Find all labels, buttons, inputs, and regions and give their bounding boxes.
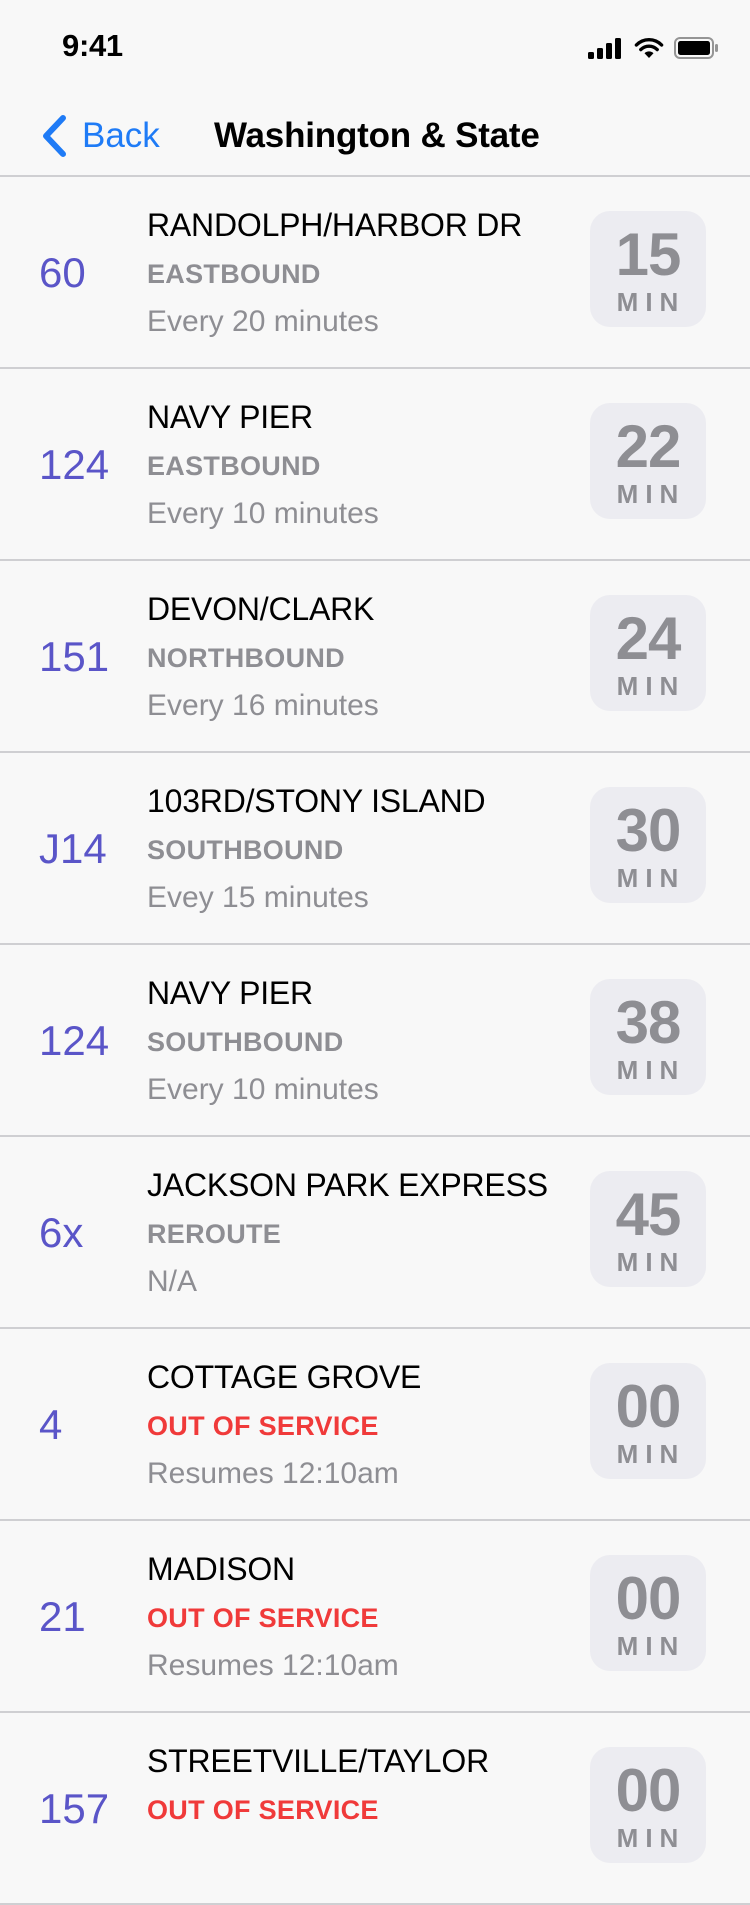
route-frequency: Every 10 minutes	[147, 1073, 379, 1106]
arrival-minutes: 24	[615, 605, 682, 672]
status-icons	[588, 34, 720, 62]
route-frequency: Evey 15 minutes	[147, 881, 369, 914]
route-row[interactable]: 6x JACKSON PARK EXPRESS REROUTE N/A 45 M…	[0, 1137, 750, 1329]
route-row[interactable]: 124 NAVY PIER EASTBOUND Every 10 minutes…	[0, 369, 750, 561]
route-status-alert: OUT OF SERVICE	[147, 1603, 379, 1633]
back-label: Back	[82, 116, 160, 155]
chevron-left-icon	[43, 115, 66, 157]
route-direction: EASTBOUND	[147, 259, 321, 289]
arrival-unit: MIN	[616, 863, 686, 893]
arrival-minutes: 15	[615, 221, 682, 288]
back-button[interactable]: Back	[40, 114, 160, 158]
route-direction: SOUTHBOUND	[147, 835, 344, 865]
navigation-bar: Back Washington & State	[0, 96, 750, 177]
arrival-minutes: 22	[615, 413, 682, 480]
route-destination: JACKSON PARK EXPRESS	[147, 1167, 548, 1203]
cellular-signal-icon	[588, 38, 621, 59]
route-row[interactable]: 151 DEVON/CLARK NORTHBOUND Every 16 minu…	[0, 561, 750, 753]
arrival-time-badge: 24 MIN	[590, 595, 706, 711]
route-destination: STREETVILLE/TAYLOR	[147, 1743, 489, 1779]
route-row[interactable]: 60 RANDOLPH/HARBOR DR EASTBOUND Every 20…	[0, 177, 750, 369]
route-frequency: N/A	[147, 1265, 198, 1298]
route-resume-time: Resumes 12:10am	[147, 1457, 399, 1490]
route-number: 4	[39, 1401, 63, 1448]
route-direction: EASTBOUND	[147, 451, 321, 481]
arrival-time-badge: 30 MIN	[590, 787, 706, 903]
arrival-minutes: 00	[615, 1565, 682, 1632]
route-number: 124	[39, 1017, 110, 1064]
battery-icon	[674, 37, 718, 59]
arrivals-list: 60 RANDOLPH/HARBOR DR EASTBOUND Every 20…	[0, 177, 750, 1905]
route-direction: REROUTE	[147, 1219, 282, 1249]
status-bar: 9:41	[0, 0, 750, 96]
arrival-minutes: 45	[615, 1181, 682, 1248]
route-resume-time: Resumes 12:10am	[147, 1649, 399, 1682]
route-row[interactable]: 124 NAVY PIER SOUTHBOUND Every 10 minute…	[0, 945, 750, 1137]
arrival-unit: MIN	[616, 1439, 686, 1469]
route-destination: 103RD/STONY ISLAND	[147, 783, 486, 819]
route-destination: COTTAGE GROVE	[147, 1359, 422, 1395]
route-frequency: Every 10 minutes	[147, 497, 379, 530]
arrival-time-badge: 45 MIN	[590, 1171, 706, 1287]
route-frequency: Every 16 minutes	[147, 689, 379, 722]
route-status-alert: OUT OF SERVICE	[147, 1411, 379, 1441]
arrival-unit: MIN	[616, 1823, 686, 1853]
route-number: 60	[39, 249, 86, 296]
arrival-unit: MIN	[616, 1631, 686, 1661]
route-direction: SOUTHBOUND	[147, 1027, 344, 1057]
route-number: 151	[39, 633, 110, 680]
arrival-time-badge: 00 MIN	[590, 1363, 706, 1479]
arrival-unit: MIN	[616, 1247, 686, 1277]
arrival-time-badge: 00 MIN	[590, 1747, 706, 1863]
arrival-minutes: 38	[615, 989, 682, 1056]
status-time: 9:41	[62, 28, 123, 63]
arrival-unit: MIN	[616, 287, 686, 317]
arrival-time-badge: 38 MIN	[590, 979, 706, 1095]
route-destination: NAVY PIER	[147, 399, 313, 435]
route-number: 6x	[39, 1209, 84, 1256]
page-title: Washington & State	[214, 116, 540, 155]
wifi-icon	[634, 38, 664, 58]
route-row[interactable]: 21 MADISON OUT OF SERVICE Resumes 12:10a…	[0, 1521, 750, 1713]
route-destination: RANDOLPH/HARBOR DR	[147, 207, 523, 243]
arrival-time-badge: 22 MIN	[590, 403, 706, 519]
route-number: 21	[39, 1593, 86, 1640]
route-destination: NAVY PIER	[147, 975, 313, 1011]
route-row[interactable]: 157 STREETVILLE/TAYLOR OUT OF SERVICE 00…	[0, 1713, 750, 1905]
route-number: 157	[39, 1785, 110, 1832]
arrival-time-badge: 00 MIN	[590, 1555, 706, 1671]
route-number: J14	[39, 825, 107, 872]
arrival-unit: MIN	[616, 1055, 686, 1085]
arrival-unit: MIN	[616, 479, 686, 509]
route-row[interactable]: 4 COTTAGE GROVE OUT OF SERVICE Resumes 1…	[0, 1329, 750, 1521]
route-destination: DEVON/CLARK	[147, 591, 375, 627]
arrival-time-badge: 15 MIN	[590, 211, 706, 327]
arrival-minutes: 30	[615, 797, 682, 864]
arrival-unit: MIN	[616, 671, 686, 701]
route-frequency: Every 20 minutes	[147, 305, 379, 338]
route-direction: NORTHBOUND	[147, 643, 345, 673]
route-destination: MADISON	[147, 1551, 295, 1587]
arrival-minutes: 00	[615, 1757, 682, 1824]
arrival-minutes: 00	[615, 1373, 682, 1440]
route-number: 124	[39, 441, 110, 488]
route-status-alert: OUT OF SERVICE	[147, 1795, 379, 1825]
route-row[interactable]: J14 103RD/STONY ISLAND SOUTHBOUND Evey 1…	[0, 753, 750, 945]
